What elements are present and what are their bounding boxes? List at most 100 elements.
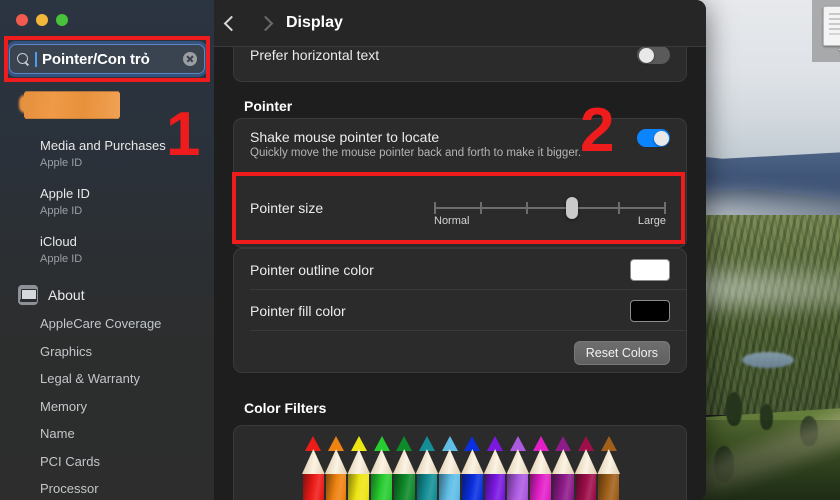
result-subtitle: Apple ID: [40, 205, 83, 217]
sidebar-item-pci-cards[interactable]: PCI Cards: [0, 448, 214, 476]
sidebar-item-applecare[interactable]: AppleCare Coverage: [0, 310, 214, 338]
detail-scroll-area[interactable]: Prefer horizontal text Pointer Shake mou…: [214, 0, 706, 500]
pencil-tip: [441, 436, 458, 451]
pencil-body: [348, 474, 370, 500]
pencil-wood: [324, 449, 348, 474]
pencil-body: [484, 474, 506, 500]
pencil-wood: [347, 449, 371, 474]
pencil-tip: [396, 436, 413, 451]
close-button[interactable]: [16, 14, 28, 26]
document-icon: [823, 6, 840, 46]
prefer-horizontal-text-toggle[interactable]: [637, 46, 670, 64]
section-title-color-filters: Color Filters: [244, 400, 327, 416]
sidebar-item-name[interactable]: Name: [0, 420, 214, 448]
pointer-outline-color-well[interactable]: [630, 258, 670, 281]
sidebar-item-memory[interactable]: Memory: [0, 393, 214, 421]
pointer-fill-color-well[interactable]: [630, 299, 670, 322]
pencil: [415, 436, 439, 500]
annotation-box-1: [4, 36, 210, 82]
card-pointer-colors: Pointer outline color Pointer fill color…: [233, 248, 687, 373]
row-pointer-fill-color[interactable]: Pointer fill color: [234, 290, 686, 331]
detail-pane: Prefer horizontal text Pointer Shake mou…: [214, 0, 706, 500]
pencil-wood: [370, 449, 393, 474]
pencil-wood: [483, 449, 507, 474]
annotation-box-2: [232, 172, 685, 244]
wallpaper-pond: [742, 352, 794, 368]
pencil-tip: [305, 436, 322, 451]
pencil-wood: [302, 449, 325, 474]
pencil-wood: [392, 449, 416, 474]
sidebar-item-processor[interactable]: Processor: [0, 475, 214, 500]
row-label: Prefer horizontal text: [250, 47, 380, 63]
pencil-body: [439, 474, 461, 500]
pencil-body: [325, 474, 347, 500]
pencil-tip: [418, 436, 435, 451]
chevron-left-icon: [223, 15, 239, 31]
row-label: Pointer outline color: [250, 261, 374, 278]
pencil-wood: [438, 449, 462, 474]
pencil-tip: [532, 436, 549, 451]
pencil: [370, 436, 393, 500]
redaction-mark: [24, 92, 120, 118]
result-subtitle: Apple ID: [40, 253, 83, 265]
pencil: [392, 436, 416, 500]
annotation-number-2: 2: [580, 96, 615, 165]
pencil-tip: [509, 436, 526, 451]
annotation-number-1: 1: [166, 100, 201, 169]
toggle-knob: [638, 47, 654, 63]
reset-colors-button[interactable]: Reset Colors: [573, 340, 670, 365]
row-description: Quickly move the mouse pointer back and …: [250, 147, 582, 159]
pencil: [574, 436, 598, 500]
pencil-tip: [373, 436, 390, 451]
window-controls: [16, 14, 68, 26]
result-title: iCloud: [40, 234, 77, 249]
laptop-icon: [18, 285, 38, 305]
pencil: [483, 436, 507, 500]
pencil: [324, 436, 348, 500]
pencil: [597, 436, 621, 500]
card-shake-pointer: Shake mouse pointer to locate Quickly mo…: [233, 118, 687, 168]
pencil-wood: [415, 449, 439, 474]
sidebar-item-graphics[interactable]: Graphics: [0, 338, 214, 366]
pencil: [551, 436, 575, 500]
pencils-image: [302, 436, 621, 500]
pencil-tip: [350, 436, 367, 451]
pencil: [506, 436, 530, 500]
pencil-body: [552, 474, 574, 500]
detail-header: Display: [214, 0, 706, 47]
pencil-wood: [506, 449, 530, 474]
desktop-icon-label: T: [820, 48, 840, 59]
toggle-knob: [653, 130, 669, 146]
pencil-body: [371, 474, 392, 500]
shake-pointer-toggle[interactable]: [637, 129, 670, 147]
pencil-body: [416, 474, 438, 500]
list-item[interactable]: Apple ID Apple ID: [0, 182, 214, 221]
pencil-wood: [597, 449, 621, 474]
row-pointer-outline-color[interactable]: Pointer outline color: [234, 249, 686, 290]
card-color-filters: [233, 425, 687, 500]
pencil-tip: [577, 436, 594, 451]
zoom-button[interactable]: [56, 14, 68, 26]
reset-colors-row: Reset Colors: [234, 331, 686, 374]
sidebar-item-legal-warranty[interactable]: Legal & Warranty: [0, 365, 214, 393]
pencil: [438, 436, 462, 500]
desktop-file-icon[interactable]: T: [820, 6, 840, 59]
pencil: [461, 436, 484, 500]
row-label: Pointer fill color: [250, 302, 346, 319]
sidebar-section-about[interactable]: About: [18, 285, 85, 305]
pencil-wood: [574, 449, 598, 474]
back-button[interactable]: [214, 0, 248, 46]
pencil-tip: [487, 436, 504, 451]
list-item[interactable]: iCloud Apple ID: [0, 230, 214, 269]
row-label: Shake mouse pointer to locate: [250, 129, 440, 145]
pencil-tip: [464, 436, 481, 451]
pencil-body: [598, 474, 620, 500]
result-title: Apple ID: [40, 186, 90, 201]
pencil-body: [303, 474, 324, 500]
minimize-button[interactable]: [36, 14, 48, 26]
pencil-wood: [551, 449, 575, 474]
pencil-wood: [529, 449, 552, 474]
pencil-wood: [461, 449, 484, 474]
pencil-tip: [328, 436, 345, 451]
forward-button[interactable]: [248, 0, 282, 46]
